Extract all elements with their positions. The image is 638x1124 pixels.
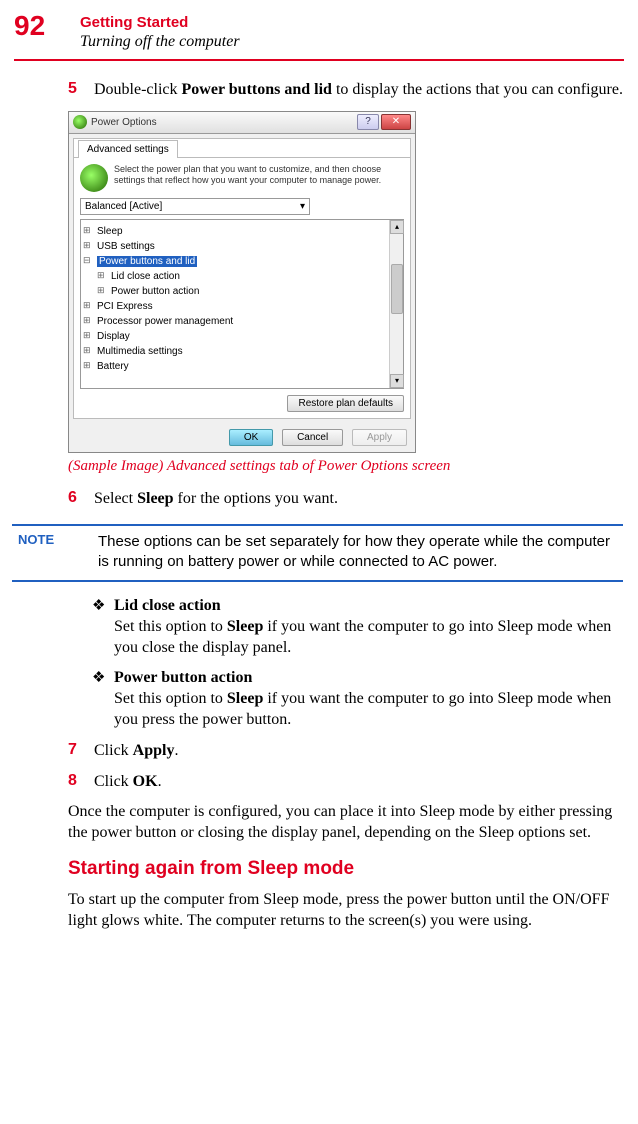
tree-item-power-button-action[interactable]: Power button action [83, 284, 385, 299]
text: . [174, 742, 178, 759]
step-5: 5 Double-click Power buttons and lid to … [68, 80, 623, 101]
step-6: 6 Select Sleep for the options you want. [68, 489, 623, 510]
figure-caption: (Sample Image) Advanced settings tab of … [68, 458, 623, 475]
bullet-heading: Lid close action [114, 597, 221, 614]
bullet-heading: Power button action [114, 669, 252, 686]
header-rule [14, 59, 624, 61]
bullet-power-button: ❖ Power button action Set this option to… [92, 668, 623, 730]
step-number: 8 [68, 772, 94, 793]
chevron-down-icon: ▾ [300, 201, 305, 212]
tree-item-battery[interactable]: Battery [83, 359, 385, 374]
page-number: 92 [14, 10, 45, 42]
tree-item-processor[interactable]: Processor power management [83, 314, 385, 329]
bullet-lid-close: ❖ Lid close action Set this option to Sl… [92, 596, 623, 658]
ok-button[interactable]: OK [229, 429, 273, 446]
dialog-body: Advanced settings Select the power plan … [73, 138, 411, 419]
dialog-footer: OK Cancel Apply [69, 423, 415, 452]
note-text: These options can be set separately for … [98, 532, 623, 573]
step-number: 7 [68, 741, 94, 762]
bold: Sleep [137, 490, 173, 507]
bold: Apply [133, 742, 175, 759]
dialog-title: Power Options [91, 117, 357, 128]
restore-row: Restore plan defaults [80, 395, 404, 412]
bullet-icon: ❖ [92, 596, 114, 658]
text: Double-click [94, 81, 182, 98]
text: Click [94, 742, 133, 759]
tree-item-usb[interactable]: USB settings [83, 239, 385, 254]
tree-selected: Power buttons and lid [97, 256, 197, 267]
text: Click [94, 773, 133, 790]
plan-value: Balanced [Active] [85, 201, 162, 212]
bullet-icon: ❖ [92, 668, 114, 730]
cancel-button[interactable]: Cancel [282, 429, 343, 446]
step-number: 5 [68, 80, 94, 101]
page-header: Getting Started Turning off the computer [80, 14, 240, 51]
tab-content: Select the power plan that you want to c… [74, 157, 410, 418]
scroll-thumb[interactable] [391, 264, 403, 314]
tree-item-lid-close[interactable]: Lid close action [83, 269, 385, 284]
tree-item-multimedia[interactable]: Multimedia settings [83, 344, 385, 359]
chapter-title: Getting Started [80, 14, 240, 31]
tree-item-display[interactable]: Display [83, 329, 385, 344]
text: to display the actions that you can conf… [332, 81, 623, 98]
help-button[interactable]: ? [357, 114, 379, 130]
figure-dialog: Power Options ? ✕ Advanced settings Sele… [68, 111, 623, 453]
note-rule-bottom [12, 580, 623, 582]
text: for the options you want. [174, 490, 338, 507]
apply-button[interactable]: Apply [352, 429, 407, 446]
restore-defaults-button[interactable]: Restore plan defaults [287, 395, 404, 412]
text: Select [94, 490, 137, 507]
bullet-list: ❖ Lid close action Set this option to Sl… [92, 596, 623, 731]
paragraph-start: To start up the computer from Sleep mode… [68, 890, 623, 932]
step-text: Click OK. [94, 772, 162, 793]
dialog-titlebar: Power Options ? ✕ [69, 112, 415, 134]
intro-text: Select the power plan that you want to c… [114, 164, 404, 192]
note-block: NOTE These options can be set separately… [12, 524, 623, 583]
scroll-down-icon[interactable]: ▾ [390, 374, 404, 388]
page-content: 5 Double-click Power buttons and lid to … [68, 80, 623, 942]
note-rule-top [12, 524, 623, 526]
power-icon [73, 115, 87, 129]
tree-item-pci[interactable]: PCI Express [83, 299, 385, 314]
scroll-up-icon[interactable]: ▴ [390, 220, 404, 234]
step-text: Select Sleep for the options you want. [94, 489, 338, 510]
step-number: 6 [68, 489, 94, 510]
section-subtitle: Turning off the computer [80, 33, 240, 51]
tree-scrollbar[interactable]: ▴ ▾ [389, 220, 403, 388]
step-text: Double-click Power buttons and lid to di… [94, 80, 623, 101]
text: . [158, 773, 162, 790]
bold: Sleep [227, 618, 263, 635]
bold: Sleep [227, 690, 263, 707]
bold: OK [133, 773, 158, 790]
paragraph-config: Once the computer is configured, you can… [68, 802, 623, 844]
text: Set this option to [114, 690, 227, 707]
step-8: 8 Click OK. [68, 772, 623, 793]
text: Set this option to [114, 618, 227, 635]
tree-item-power-buttons-lid[interactable]: Power buttons and lid [83, 254, 385, 269]
settings-tree[interactable]: Sleep USB settings Power buttons and lid… [80, 219, 404, 389]
note-label: NOTE [12, 532, 98, 573]
heading-starting-again: Starting again from Sleep mode [68, 858, 623, 880]
intro-row: Select the power plan that you want to c… [80, 164, 404, 192]
close-button[interactable]: ✕ [381, 114, 411, 130]
plan-icon [80, 164, 108, 192]
step-text: Click Apply. [94, 741, 178, 762]
bold: Power buttons and lid [182, 81, 332, 98]
power-options-dialog: Power Options ? ✕ Advanced settings Sele… [68, 111, 416, 453]
tab-advanced-settings[interactable]: Advanced settings [78, 140, 178, 158]
step-7: 7 Click Apply. [68, 741, 623, 762]
plan-select[interactable]: Balanced [Active] ▾ [80, 198, 310, 215]
tree-item-sleep[interactable]: Sleep [83, 224, 385, 239]
